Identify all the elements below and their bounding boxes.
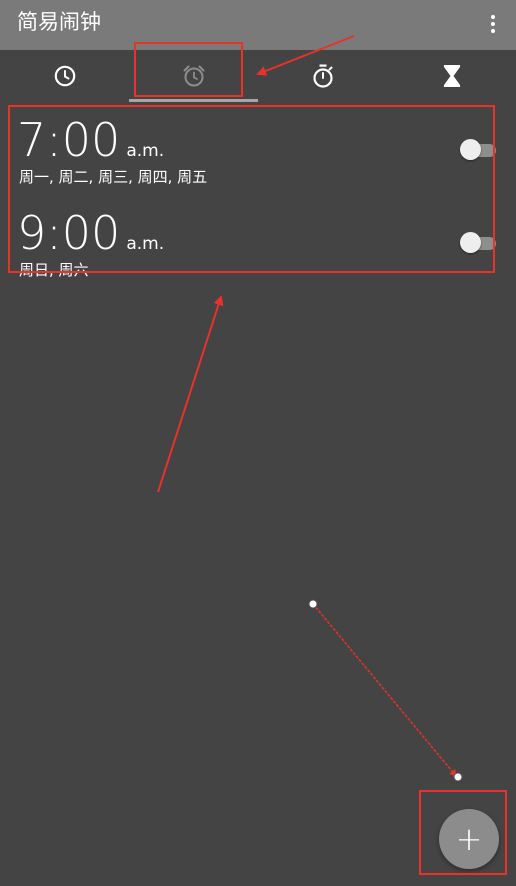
app-title: 简易闹钟 bbox=[17, 10, 101, 34]
hourglass-icon bbox=[443, 65, 460, 87]
alarm-ampm: a.m. bbox=[126, 234, 165, 254]
annotation-drag-start-point bbox=[308, 599, 318, 609]
alarm-toggle-switch[interactable] bbox=[460, 139, 496, 161]
more-vert-icon bbox=[491, 15, 495, 19]
clock-icon bbox=[54, 65, 75, 87]
add-alarm-button[interactable]: + bbox=[439, 809, 499, 869]
alarm-item[interactable]: 7:00 a.m. 周一, 周二, 周三, 周四, 周五 bbox=[0, 108, 516, 201]
alarm-days: 周日, 周六 bbox=[19, 261, 89, 279]
alarm-clock-icon bbox=[183, 65, 204, 87]
tab-stopwatch[interactable] bbox=[258, 50, 387, 102]
tab-bar bbox=[0, 50, 516, 102]
annotation-arrow-fab bbox=[312, 603, 457, 778]
alarm-ampm: a.m. bbox=[126, 141, 165, 161]
alarm-list: 7:00 a.m. 周一, 周二, 周三, 周四, 周五 9:00 a.m. 周… bbox=[0, 108, 516, 294]
more-vert-icon-dot bbox=[491, 29, 495, 33]
alarm-time-row: 9:00 a.m. bbox=[17, 205, 164, 261]
more-vert-icon-dot bbox=[491, 22, 495, 26]
alarm-time-row: 7:00 a.m. bbox=[17, 112, 164, 168]
alarm-item[interactable]: 9:00 a.m. 周日, 周六 bbox=[0, 201, 516, 294]
overflow-menu-button[interactable] bbox=[480, 9, 506, 39]
annotation-arrow-list bbox=[157, 295, 224, 493]
switch-thumb bbox=[460, 232, 481, 253]
tab-clock[interactable] bbox=[0, 50, 129, 102]
annotation-drag-end-point bbox=[453, 772, 463, 782]
alarm-days: 周一, 周二, 周三, 周四, 周五 bbox=[19, 168, 208, 186]
alarm-time[interactable]: 7:00 bbox=[17, 112, 120, 168]
stopwatch-icon bbox=[312, 64, 333, 88]
tab-alarm[interactable] bbox=[129, 50, 258, 102]
alarm-toggle-switch[interactable] bbox=[460, 232, 496, 254]
switch-thumb bbox=[460, 139, 481, 160]
tab-timer[interactable] bbox=[387, 50, 516, 102]
alarm-time[interactable]: 9:00 bbox=[17, 205, 120, 261]
app-bar: 简易闹钟 bbox=[0, 0, 516, 50]
plus-icon: + bbox=[455, 820, 483, 858]
